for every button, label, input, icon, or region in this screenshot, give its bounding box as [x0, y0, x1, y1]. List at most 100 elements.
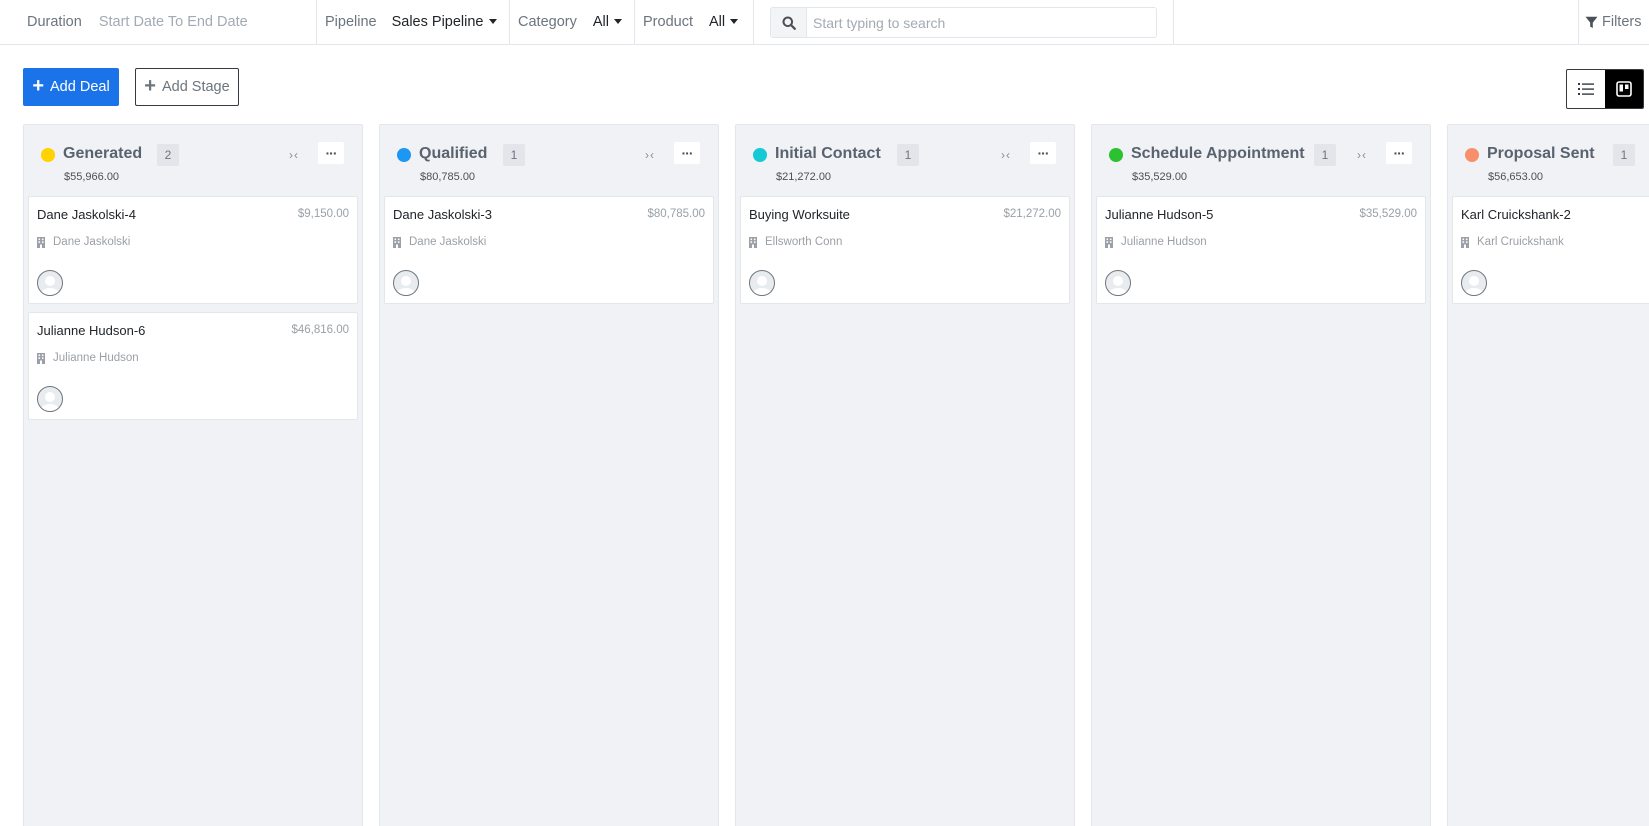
plus-icon: + [32, 75, 45, 97]
kanban-view-button[interactable] [1605, 70, 1643, 108]
funnel-icon [1585, 16, 1598, 28]
stage-color-dot [1109, 148, 1123, 162]
search-icon [771, 8, 807, 37]
more-options-icon[interactable]: ··· [1030, 142, 1056, 164]
view-toggle [1566, 69, 1644, 109]
stage-cards: Buying Worksuite $21,272.00 Ellsworth Co… [740, 196, 1070, 312]
product-dropdown[interactable]: All [708, 14, 739, 30]
deal-amount: $46,816.00 [291, 324, 349, 336]
divider [753, 0, 754, 44]
deal-title: Julianne Hudson-6 [37, 323, 146, 338]
stage-title: Schedule Appointment [1131, 145, 1305, 162]
deal-title: Julianne Hudson-5 [1105, 207, 1214, 222]
divider [634, 0, 635, 44]
stage-cards: Dane Jaskolski-3 $80,785.00 Dane Jaskols… [384, 196, 714, 312]
caret-down-icon [488, 18, 497, 24]
avatar[interactable] [393, 270, 419, 296]
deal-card[interactable]: Dane Jaskolski-3 $80,785.00 Dane Jaskols… [384, 196, 714, 304]
more-options-icon[interactable]: ··· [318, 142, 344, 164]
organization-name: Julianne Hudson [1121, 236, 1207, 248]
filters-button[interactable]: Filters [1585, 0, 1641, 44]
deal-amount: $9,150.00 [297, 208, 349, 220]
add-stage-button[interactable]: + Add Stage [135, 68, 239, 106]
deal-title: Buying Worksuite [749, 207, 850, 222]
kanban-board: Generated 2 $55,966.00 ›‹ ··· Dane Jasko… [23, 124, 1649, 826]
stage-header: Schedule Appointment 1 $35,529.00 ›‹ ··· [1092, 125, 1430, 195]
building-icon [37, 236, 45, 248]
stage-column-initial-contact: Initial Contact 1 $21,272.00 ›‹ ··· Buyi… [735, 124, 1075, 826]
collapse-icon[interactable]: ›‹ [1001, 148, 1011, 162]
avatar[interactable] [37, 270, 63, 296]
deal-organization: Karl Cruickshank [1461, 236, 1564, 248]
stage-color-dot [397, 148, 411, 162]
more-options-icon[interactable]: ··· [1386, 142, 1412, 164]
avatar[interactable] [37, 386, 63, 412]
add-stage-label: Add Stage [161, 79, 230, 95]
more-options-icon[interactable]: ··· [674, 142, 700, 164]
category-label: Category [518, 14, 577, 30]
stage-count-badge: 2 [157, 144, 179, 166]
stage-header: Proposal Sent 1 $56,653.00 [1448, 125, 1649, 195]
caret-down-icon [730, 18, 739, 24]
stage-count-badge: 1 [503, 144, 525, 166]
filters-label: Filters [1602, 14, 1642, 30]
stage-total: $21,272.00 [776, 171, 832, 183]
deal-card[interactable]: Julianne Hudson-6 $46,816.00 Julianne Hu… [28, 312, 358, 420]
duration-filter[interactable]: Duration Start Date To End Date [27, 0, 248, 44]
stage-cards: Karl Cruickshank-2 Karl Cruickshank [1452, 196, 1649, 312]
deal-amount: $21,272.00 [1003, 208, 1061, 220]
category-value: All [592, 14, 609, 30]
deal-card[interactable]: Buying Worksuite $21,272.00 Ellsworth Co… [740, 196, 1070, 304]
product-value: All [708, 14, 726, 30]
avatar[interactable] [1105, 270, 1131, 296]
add-deal-button[interactable]: + Add Deal [23, 68, 119, 106]
kanban-icon [1616, 81, 1632, 97]
plus-icon: + [144, 75, 156, 97]
avatar[interactable] [749, 270, 775, 296]
search-input[interactable] [807, 8, 1156, 37]
pipeline-label: Pipeline [325, 14, 377, 30]
avatar[interactable] [1461, 270, 1487, 296]
deal-organization: Ellsworth Conn [749, 236, 842, 248]
deal-title: Dane Jaskolski-4 [37, 207, 136, 222]
stage-color-dot [41, 148, 55, 162]
organization-name: Ellsworth Conn [765, 236, 843, 248]
deal-title: Dane Jaskolski-3 [393, 207, 492, 222]
deal-organization: Julianne Hudson [1105, 236, 1207, 248]
stage-column-proposal-sent: Proposal Sent 1 $56,653.00 Karl Cruicksh… [1447, 124, 1649, 826]
organization-name: Dane Jaskolski [53, 236, 131, 248]
list-view-button[interactable] [1567, 70, 1605, 108]
collapse-icon[interactable]: ›‹ [1357, 148, 1367, 162]
pipeline-dropdown[interactable]: Sales Pipeline [392, 14, 497, 30]
deal-organization: Julianne Hudson [37, 352, 139, 364]
deal-organization: Dane Jaskolski [37, 236, 130, 248]
search-box [770, 7, 1157, 38]
collapse-icon[interactable]: ›‹ [289, 148, 299, 162]
deal-amount: $35,529.00 [1359, 208, 1417, 220]
stage-header: Qualified 1 $80,785.00 ›‹ ··· [380, 125, 718, 195]
filter-bar: Duration Start Date To End Date Pipeline… [0, 0, 1649, 45]
category-dropdown[interactable]: All [593, 14, 622, 30]
duration-label: Duration [27, 14, 82, 30]
collapse-icon[interactable]: ›‹ [645, 148, 655, 162]
stage-total: $55,966.00 [64, 171, 120, 183]
category-filter: Category All [518, 0, 622, 44]
list-icon [1578, 83, 1594, 95]
organization-name: Dane Jaskolski [409, 236, 487, 248]
product-filter: Product All [643, 0, 739, 44]
building-icon [393, 236, 401, 248]
building-icon [37, 352, 45, 364]
deal-title: Karl Cruickshank-2 [1461, 207, 1571, 222]
building-icon [1105, 236, 1113, 248]
organization-name: Karl Cruickshank [1477, 236, 1564, 248]
stage-title: Initial Contact [775, 145, 881, 162]
deal-card[interactable]: Dane Jaskolski-4 $9,150.00 Dane Jaskolsk… [28, 196, 358, 304]
date-range-input[interactable]: Start Date To End Date [99, 14, 248, 30]
stage-header: Initial Contact 1 $21,272.00 ›‹ ··· [736, 125, 1074, 195]
product-label: Product [643, 14, 693, 30]
divider [509, 0, 510, 44]
deal-card[interactable]: Karl Cruickshank-2 Karl Cruickshank [1452, 196, 1649, 304]
deal-card[interactable]: Julianne Hudson-5 $35,529.00 Julianne Hu… [1096, 196, 1426, 304]
stage-column-qualified: Qualified 1 $80,785.00 ›‹ ··· Dane Jasko… [379, 124, 719, 826]
building-icon [1461, 236, 1469, 248]
